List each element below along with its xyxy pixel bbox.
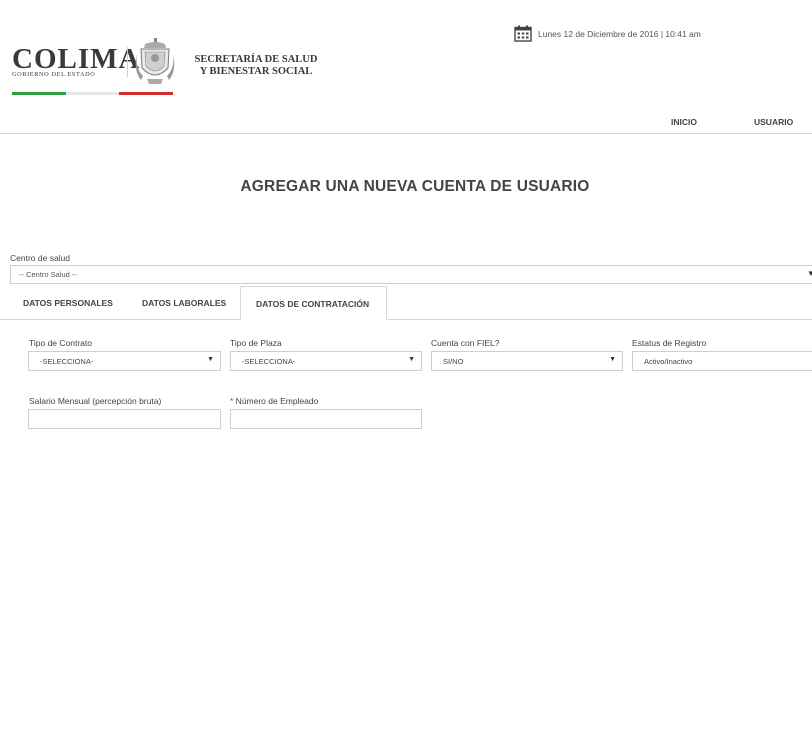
centro-salud-selected-value: -- Centro Salud -- [19, 270, 77, 279]
estatus-registro-label: Estatus de Registro [632, 338, 707, 348]
numero-empleado-label-text: Número de Empleado [233, 396, 319, 406]
nav-divider [0, 133, 812, 134]
estatus-registro-select[interactable]: Activo/Inactivo [632, 351, 812, 371]
centro-salud-label: Centro de salud [10, 253, 71, 263]
numero-empleado-label: * Número de Empleado [230, 396, 318, 406]
flag-stripe-gray [66, 92, 119, 95]
tipo-plaza-label: Tipo de Plaza [230, 338, 282, 348]
tipo-contrato-label: Tipo de Contrato [29, 338, 92, 348]
date-display: Lunes 12 de Diciembre de 2016 | 10:41 am [514, 25, 701, 42]
page-title: AGREGAR UNA NUEVA CUENTA DE USUARIO [240, 178, 590, 195]
tipo-contrato-select[interactable]: -SELECCIONA- ▼ [28, 351, 221, 371]
state-crest-icon [135, 38, 175, 84]
tipo-contrato-selected-value: -SELECCIONA- [40, 357, 94, 366]
chevron-down-icon: ▼ [408, 356, 415, 363]
chevron-down-icon: ▼ [207, 356, 214, 363]
cuenta-fiel-label: Cuenta con FIEL? [431, 338, 500, 348]
secretaria-title: SECRETARÍA DE SALUD Y BIENESTAR SOCIAL [186, 54, 326, 78]
nav-item-inicio[interactable]: INICIO [671, 117, 697, 127]
date-text: Lunes 12 de Diciembre de 2016 | 10:41 am [538, 28, 701, 39]
page: COLIMA GOBIERNO DEL ESTADO SECRETARÍA DE… [0, 0, 812, 738]
nav-item-usuario[interactable]: USUARIO [754, 117, 793, 127]
tab-datos-personales[interactable]: DATOS PERSONALES [23, 286, 113, 319]
centro-salud-select[interactable]: -- Centro Salud -- ▼ [10, 265, 812, 284]
colima-logo-text: COLIMA [12, 43, 141, 75]
salario-label: Salario Mensual (percepción bruta) [29, 396, 162, 406]
tabs-divider [0, 319, 812, 320]
secretaria-line-1: SECRETARÍA DE SALUD [194, 54, 318, 65]
tipo-plaza-select[interactable]: -SELECCIONA- ▼ [230, 351, 422, 371]
estatus-registro-selected-value: Activo/Inactivo [644, 357, 693, 366]
chevron-down-icon: ▼ [609, 356, 616, 363]
calendar-icon [514, 25, 532, 42]
tab-datos-contratacion[interactable]: DATOS DE CONTRATACIÓN [240, 286, 387, 320]
flag-stripe-green [12, 92, 66, 95]
numero-empleado-input[interactable] [230, 409, 422, 429]
salario-input[interactable] [28, 409, 221, 429]
colima-logo-subtitle: GOBIERNO DEL ESTADO [12, 71, 96, 78]
tipo-plaza-selected-value: -SELECCIONA- [242, 357, 296, 366]
tab-datos-laborales[interactable]: DATOS LABORALES [142, 286, 226, 319]
cuenta-fiel-select[interactable]: SI/NO ▼ [431, 351, 623, 371]
cuenta-fiel-selected-value: SI/NO [443, 357, 464, 366]
logo-divider [127, 47, 128, 77]
secretaria-line-2: Y BIENESTAR SOCIAL [199, 66, 313, 77]
chevron-down-icon: ▼ [807, 269, 812, 278]
flag-stripe-red [119, 92, 173, 95]
